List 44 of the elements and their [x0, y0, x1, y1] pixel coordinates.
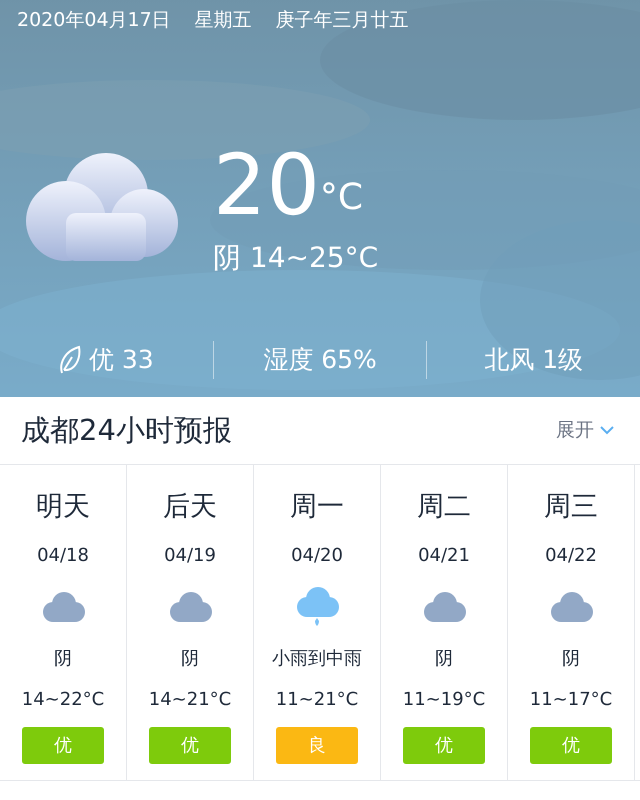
date-label: 04/22 — [545, 544, 597, 568]
chevron-down-icon — [600, 426, 614, 435]
date-label: 04/20 — [291, 544, 343, 568]
stat-text: 湿度 65% — [263, 344, 377, 376]
weekday-text: 星期五 — [194, 8, 252, 33]
date-label: 04/18 — [37, 544, 89, 568]
unit-text: °C — [320, 176, 364, 220]
stat-text: 北风 1级 — [484, 344, 584, 376]
air-quality-badge: 优 — [530, 726, 612, 764]
air-quality-badge: 优 — [149, 726, 231, 764]
date-label: 04/19 — [164, 544, 216, 568]
expand-button[interactable]: 展开 — [556, 416, 614, 445]
rain-cloud-icon — [294, 586, 340, 628]
cloud-icon — [548, 590, 594, 622]
condition-label: 阴 — [562, 646, 580, 670]
temperature-range: 11~21°C — [276, 688, 358, 712]
cloud-icon — [421, 590, 467, 622]
cloud-icon — [40, 590, 86, 622]
day-label: 后天 — [163, 490, 217, 524]
temperature-range: 14~22°C — [22, 688, 104, 712]
condition-label: 阴 — [435, 646, 453, 670]
condition-label: 阴 — [54, 646, 72, 670]
day-label: 周三 — [544, 490, 598, 524]
condition-label: 阴 — [181, 646, 199, 670]
cloud-icon — [26, 152, 178, 260]
lunar-date-text: 庚子年三月廿五 — [276, 8, 409, 33]
date-text: 2020年04月17日 — [17, 8, 171, 33]
temperature-range: 14~21°C — [148, 688, 232, 712]
day-label: 周二 — [417, 490, 471, 524]
air-quality-badge: 优 — [403, 726, 485, 764]
day-label: 明天 — [36, 490, 90, 524]
cloud-icon — [167, 590, 213, 622]
day-label: 周一 — [290, 490, 344, 524]
temperature-text: 20 — [213, 142, 320, 226]
stat-text: 优 33 — [88, 344, 154, 376]
leaf-icon — [58, 345, 81, 375]
air-quality-badge: 优 — [22, 726, 104, 764]
air-quality-badge: 良 — [276, 726, 358, 764]
date-label: 04/21 — [418, 544, 470, 568]
forecast-title: 成都24小时预报 — [21, 412, 232, 449]
condition-label: 小雨到中雨 — [272, 646, 362, 670]
temperature-range: 11~19°C — [402, 688, 486, 712]
condition-text: 阴 14~25°C — [213, 240, 378, 276]
temperature-range: 11~17°C — [530, 688, 612, 712]
